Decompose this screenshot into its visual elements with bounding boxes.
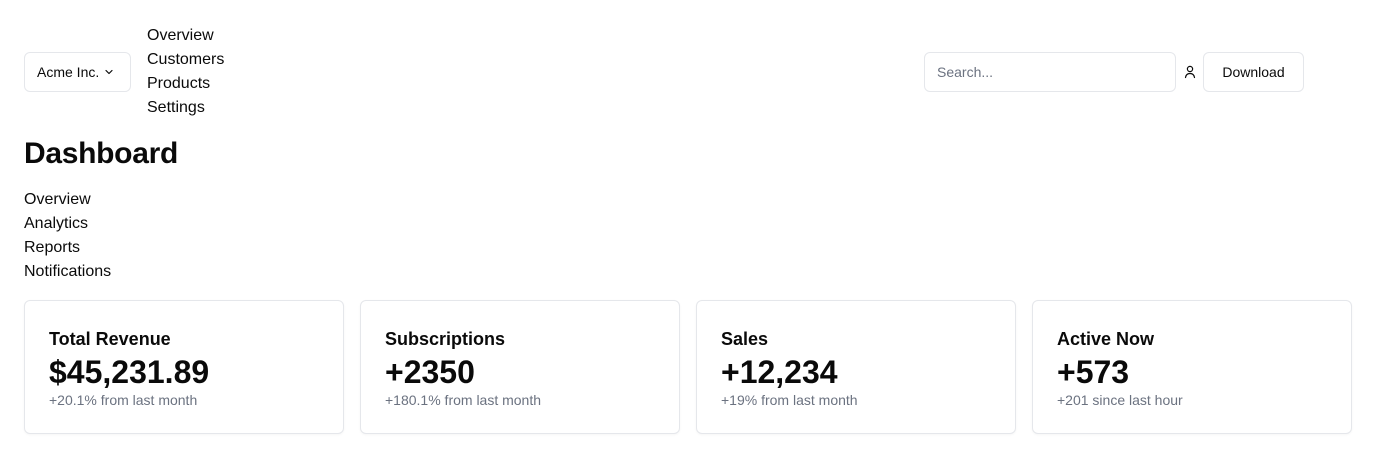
stat-cards: Total Revenue $45,231.89 +20.1% from las… [24, 300, 1352, 434]
stat-card-title: Sales [721, 329, 769, 349]
stat-card-subscriptions: Subscriptions +2350 +180.1% from last mo… [360, 300, 680, 434]
stat-card-title: Active Now [1057, 329, 1155, 349]
tab-notifications[interactable]: Notifications [24, 260, 111, 284]
stat-card-note: +201 since last hour [1057, 392, 1183, 408]
stat-card-total-revenue: Total Revenue $45,231.89 +20.1% from las… [24, 300, 344, 434]
tab-analytics[interactable]: Analytics [24, 212, 111, 236]
tab-reports[interactable]: Reports [24, 236, 111, 260]
stat-card-active-now: Active Now +573 +201 since last hour [1032, 300, 1352, 434]
stat-card-value: +12,234 [721, 354, 838, 390]
search-input[interactable] [924, 52, 1176, 92]
tab-overview[interactable]: Overview [24, 188, 111, 212]
download-button[interactable]: Download [1203, 52, 1304, 92]
main-nav-item-customers[interactable]: Customers [147, 48, 224, 72]
stat-card-note: +180.1% from last month [385, 392, 542, 408]
dashboard-tabs: Overview Analytics Reports Notifications [24, 188, 111, 284]
stat-card-note: +19% from last month [721, 392, 858, 408]
stat-card-value: +2350 [385, 354, 475, 390]
main-nav-item-overview[interactable]: Overview [147, 24, 224, 48]
stat-card-sales: Sales +12,234 +19% from last month [696, 300, 1016, 434]
main-nav-item-settings[interactable]: Settings [147, 96, 224, 120]
stat-card-title: Total Revenue [49, 329, 171, 349]
page-title: Dashboard [24, 137, 178, 170]
user-icon[interactable] [1183, 64, 1197, 80]
chevron-down-icon [103, 66, 115, 78]
main-nav: Overview Customers Products Settings [147, 24, 224, 120]
team-switcher[interactable]: Acme Inc. [24, 52, 131, 92]
stat-card-value: $45,231.89 [49, 354, 210, 390]
stat-card-value: +573 [1057, 354, 1130, 390]
main-nav-item-products[interactable]: Products [147, 72, 224, 96]
stat-card-note: +20.1% from last month [49, 392, 198, 408]
stat-card-title: Subscriptions [385, 329, 506, 349]
team-switcher-label: Acme Inc. [37, 64, 100, 80]
